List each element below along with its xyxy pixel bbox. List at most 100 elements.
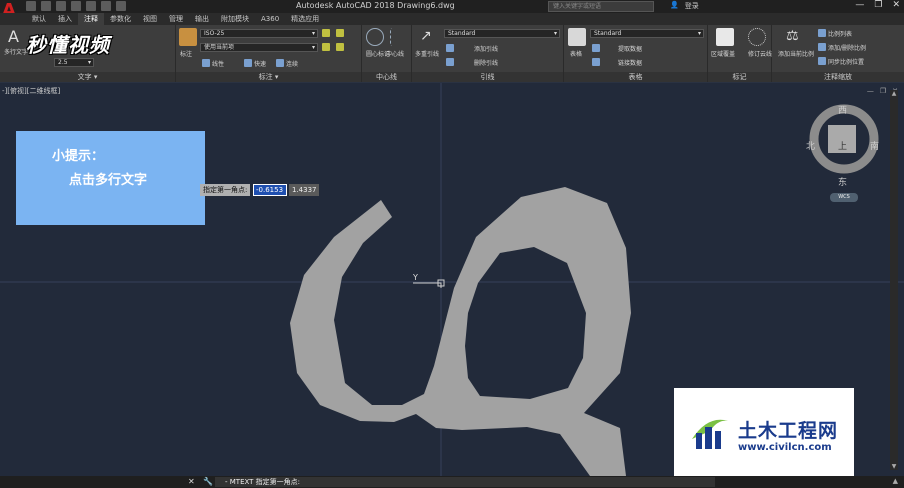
text-size-combo[interactable]: 2.5 [54,58,94,67]
dim-layer-combo[interactable]: 使用当前项 [200,43,318,52]
tab-addins[interactable]: 附加模块 [215,13,255,25]
viewcube-north-label[interactable]: 北 [806,139,815,152]
add-leader-button[interactable]: 添加引线 [474,44,498,53]
tab-view[interactable]: 视图 [137,13,163,25]
scroll-down-icon[interactable]: ▼ [890,463,898,470]
dim-style-combo[interactable]: ISO-25 [200,29,318,38]
panel-text-title[interactable]: 文字 ▾ [0,72,175,82]
search-input[interactable]: 键入关键字或短语 [548,1,654,12]
viewcube-south-label[interactable]: 南 [870,139,879,152]
tab-insert[interactable]: 插入 [52,13,78,25]
minimize-button[interactable]: — [855,0,864,10]
title-bar: A Autodesk AutoCAD 2018 Drawing6.dwg 键入关… [0,0,904,21]
open-icon[interactable] [41,1,51,11]
command-line-expand-icon[interactable]: ▲ [893,477,898,485]
centerline-button[interactable]: 中心线 [386,49,404,58]
dynamic-input-y[interactable]: 1.4337 [289,184,319,196]
table-style-combo[interactable]: Standard [590,29,704,38]
revcloud-icon[interactable] [748,28,766,46]
table-button[interactable]: 表格 [570,49,582,58]
tab-featured-apps[interactable]: 精选应用 [285,13,325,25]
continue-button[interactable]: 连续 [286,59,298,68]
tab-a360[interactable]: A360 [255,13,285,25]
add-delete-scale-button[interactable]: 添加/删除比例 [828,43,866,52]
centerline-icon[interactable] [390,28,408,46]
drawing-viewport[interactable]: -][俯视][二维线框] — ❐ ✕ Y 西 南 东 北 上 WCS ▲ ▼ 小… [0,83,904,476]
quick-access-toolbar [26,1,126,11]
panel-dimension-title[interactable]: 标注 ▾ [176,72,361,82]
annotation-scale-icon[interactable]: ⚖ [786,28,804,46]
revcloud-button[interactable]: 修订云线 [748,49,772,58]
close-button[interactable]: ✕ [892,0,900,10]
save-icon[interactable] [56,1,66,11]
quick-dim-button[interactable]: 快速 [254,59,266,68]
panel-annotation-scale: ⚖ 添加当前比例 比例列表 添加/删除比例 同步比例位置 注释缩放 [772,25,904,82]
dynamic-input-x[interactable]: -0.6153 [253,184,287,196]
viewcube-east-label[interactable]: 东 [838,175,847,188]
login-label[interactable]: 登录 [685,1,699,11]
multileader-button[interactable]: 多重引线 [415,49,439,58]
redo-icon[interactable] [116,1,126,11]
add-current-scale-button[interactable]: 添加当前比例 [778,49,814,58]
panel-table-title[interactable]: 表格 [564,72,707,82]
panel-markup: 区域覆盖 修订云线 标记 [708,25,772,82]
close-icon[interactable]: ✕ [188,477,195,486]
new-icon[interactable] [26,1,36,11]
link-data-button[interactable]: 链接数据 [618,58,642,67]
leader-style-combo[interactable]: Standard [444,29,560,38]
wipeout-icon[interactable] [716,28,734,46]
tab-parametric[interactable]: 参数化 [104,13,137,25]
panel-table: 表格 Standard 提取数据 链接数据 表格 [564,25,708,82]
print-icon[interactable] [86,1,96,11]
viewcube-top-label[interactable]: 上 [838,139,847,152]
dim-tool-icon[interactable] [336,29,344,37]
navigation-bar[interactable]: ▲ ▼ [890,90,898,470]
logo-building-icon [692,419,728,449]
extract-data-button[interactable]: 提取数据 [618,44,642,53]
tab-output[interactable]: 输出 [189,13,215,25]
panel-centerline-title: 中心线 [362,72,411,82]
remove-leader-button[interactable]: 删除引线 [474,58,498,67]
viewport-minimize-icon[interactable]: — [867,87,874,95]
user-icon: 👤 [670,1,679,9]
tab-default[interactable]: 默认 [26,13,52,25]
sync-scale-button[interactable]: 同步比例位置 [828,57,864,66]
multileader-icon[interactable]: ↗ [420,28,438,46]
drawn-shape[interactable] [290,187,631,476]
command-line[interactable]: - MTEXT 指定第一角点: [215,477,715,487]
dimension-button[interactable]: 标注 [180,49,192,58]
tip-overlay: 小提示： 点击多行文字 [16,131,205,225]
table-icon[interactable] [568,28,586,46]
viewport-label[interactable]: -][俯视][二维线框] [2,86,60,96]
linear-icon [202,59,210,67]
dim-tool-icon[interactable] [336,43,344,51]
add-leader-icon [446,44,454,52]
login-area[interactable]: 👤 登录 [670,1,699,11]
center-mark-icon[interactable] [366,28,384,46]
window-title: Autodesk AutoCAD 2018 Drawing6.dwg [296,1,455,10]
scale-list-button[interactable]: 比例列表 [828,29,852,38]
dim-tool-icon[interactable] [322,29,330,37]
panel-leader: ↗ 多重引线 Standard 添加引线 删除引线 引线 [412,25,564,82]
wcs-menu[interactable]: WCS [830,193,858,202]
dimension-icon[interactable] [179,28,197,46]
tab-annotate[interactable]: 注释 [78,13,104,25]
linear-button[interactable]: 线性 [212,59,224,68]
undo-icon[interactable] [101,1,111,11]
customize-icon[interactable]: 🔧 [203,477,213,486]
panel-leader-title[interactable]: 引线 [412,72,563,82]
dim-tool-icon[interactable] [322,43,330,51]
scroll-up-icon[interactable]: ▲ [890,90,898,97]
ribbon: A 多行文字 2.5 文字 ▾ 标注 ISO-25 使用当前项 线性 快速 连续… [0,25,904,82]
wipeout-button[interactable]: 区域覆盖 [711,49,735,58]
tip-body: 点击多行文字 [69,173,148,188]
viewport-restore-icon[interactable]: ❐ [880,87,886,95]
multiline-text-icon[interactable]: A [8,27,26,46]
save-as-icon[interactable] [71,1,81,11]
tab-manage[interactable]: 管理 [163,13,189,25]
multiline-text-button[interactable]: 多行文字 [4,47,28,56]
viewcube-west-label[interactable]: 西 [838,103,847,116]
restore-button[interactable]: ❐ [874,0,882,10]
dynamic-input-prompt: 指定第一角点: [200,184,251,196]
logo-url: www.civilcn.com [738,442,832,453]
